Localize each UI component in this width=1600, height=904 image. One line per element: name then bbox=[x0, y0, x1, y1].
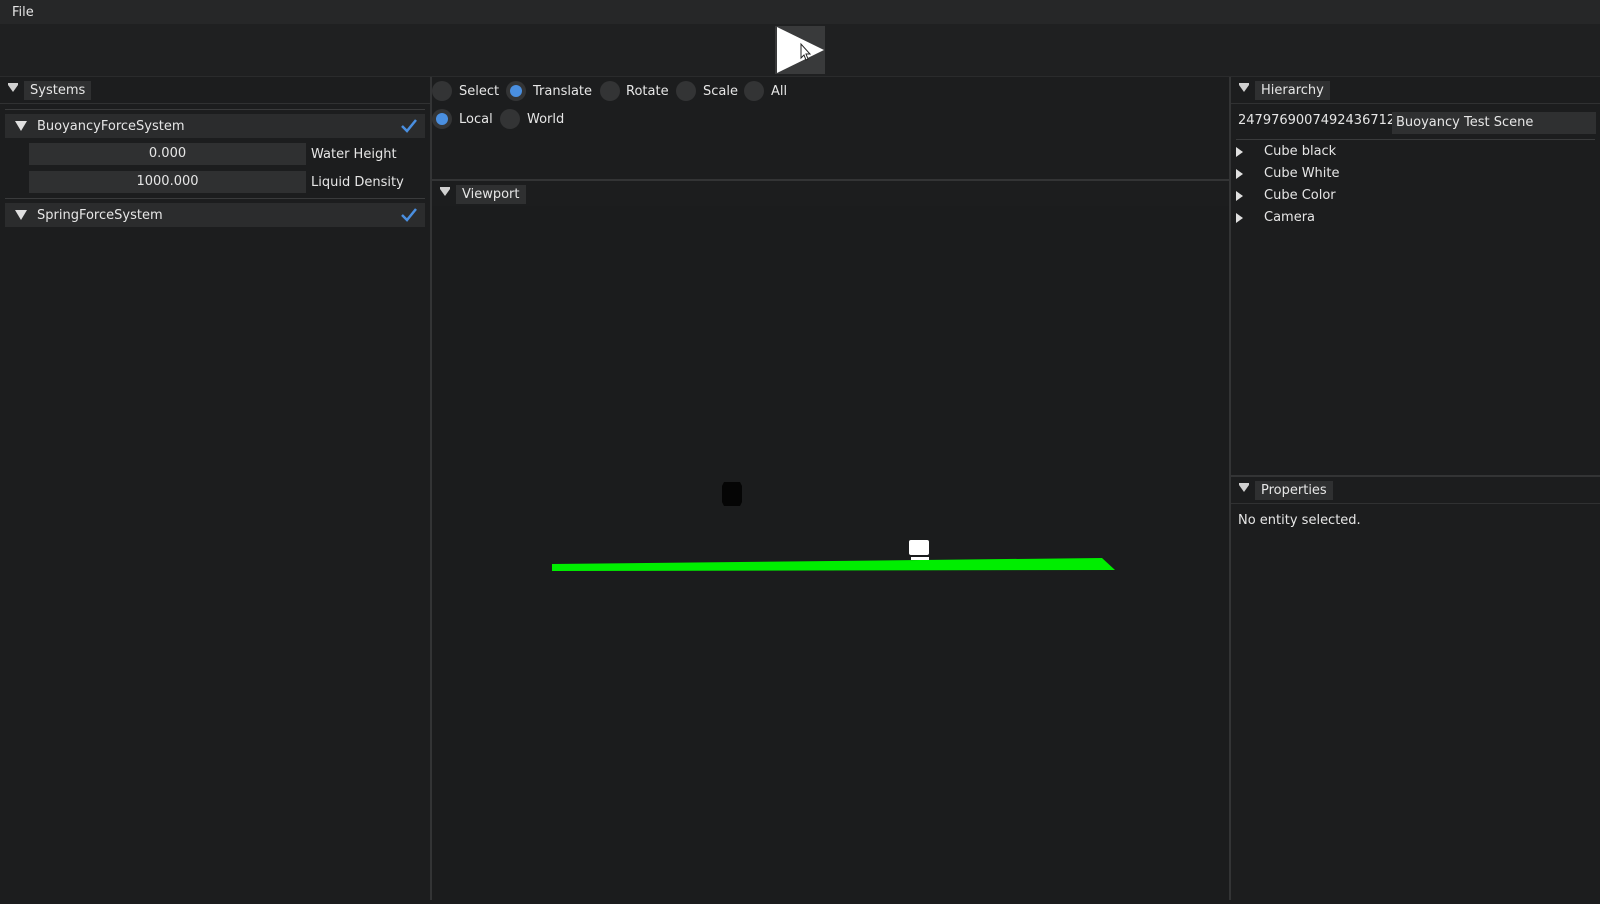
scene-render[interactable] bbox=[432, 206, 1229, 900]
liquid-density-field[interactable]: 1000.000 bbox=[29, 171, 306, 193]
collapse-icon[interactable] bbox=[440, 187, 450, 196]
divider bbox=[5, 198, 425, 199]
radio-label: World bbox=[527, 112, 565, 127]
radio-label: Translate bbox=[533, 84, 593, 99]
hierarchy-item[interactable]: Camera bbox=[1236, 210, 1316, 225]
viewport-canvas[interactable] bbox=[432, 206, 1229, 900]
entity-label: Camera bbox=[1264, 210, 1316, 225]
system-name: BuoyancyForceSystem bbox=[37, 119, 185, 134]
viewport-panel-header: Viewport bbox=[432, 181, 1229, 208]
menu-bar: File bbox=[0, 0, 1600, 24]
hierarchy-panel: Hierarchy bbox=[1231, 77, 1600, 475]
viewport-panel: Viewport bbox=[432, 181, 1229, 208]
system-row-buoyancy[interactable]: BuoyancyForceSystem bbox=[5, 114, 425, 138]
radio-scale[interactable] bbox=[676, 81, 696, 101]
collapse-icon[interactable] bbox=[1239, 83, 1249, 92]
panel-title[interactable]: Systems bbox=[24, 81, 92, 100]
entity-label: Cube black bbox=[1264, 144, 1337, 159]
properties-panel: Properties No entity selected. bbox=[1231, 477, 1600, 900]
panel-title[interactable]: Viewport bbox=[456, 185, 526, 204]
toolbar bbox=[0, 24, 1600, 77]
radio-local[interactable] bbox=[432, 109, 452, 129]
properties-panel-header: Properties bbox=[1231, 477, 1600, 504]
hierarchy-panel-header: Hierarchy bbox=[1231, 77, 1600, 104]
water-plane bbox=[552, 558, 1115, 571]
radio-rotate[interactable] bbox=[600, 81, 620, 101]
divider bbox=[5, 109, 425, 110]
hierarchy-item[interactable]: Cube White bbox=[1236, 166, 1340, 181]
radio-all[interactable] bbox=[744, 81, 764, 101]
expand-arrow-icon[interactable] bbox=[1236, 191, 1243, 201]
play-icon bbox=[777, 27, 824, 73]
radio-select[interactable] bbox=[432, 81, 452, 101]
expand-arrow-icon[interactable] bbox=[1236, 213, 1243, 223]
checkmark-icon[interactable] bbox=[401, 207, 417, 223]
properties-empty-text: No entity selected. bbox=[1238, 513, 1361, 528]
gizmo-panel: Select Translate Rotate Scale All Local … bbox=[432, 77, 1229, 179]
radio-label: Select bbox=[459, 84, 500, 99]
checkmark-icon[interactable] bbox=[401, 118, 417, 134]
radio-label: All bbox=[771, 84, 788, 99]
hierarchy-item[interactable]: Cube Color bbox=[1236, 188, 1336, 203]
entity-label: Cube Color bbox=[1264, 188, 1336, 203]
panel-title[interactable]: Properties bbox=[1255, 481, 1333, 500]
collapse-icon[interactable] bbox=[8, 83, 18, 92]
scene-id: 2479769007492436712 bbox=[1238, 113, 1396, 128]
cube-black bbox=[722, 482, 742, 506]
systems-panel: Systems BuoyancyForceSystem 0.000 Water … bbox=[0, 77, 430, 900]
hierarchy-item[interactable]: Cube black bbox=[1236, 144, 1337, 159]
divider bbox=[1236, 139, 1595, 140]
system-row-spring[interactable]: SpringForceSystem bbox=[5, 203, 425, 227]
system-name: SpringForceSystem bbox=[37, 208, 163, 223]
radio-world[interactable] bbox=[500, 109, 520, 129]
collapse-icon[interactable] bbox=[1239, 483, 1249, 492]
expand-arrow-icon[interactable] bbox=[1236, 147, 1243, 157]
menu-file[interactable]: File bbox=[12, 5, 34, 20]
water-height-field[interactable]: 0.000 bbox=[29, 143, 306, 165]
expand-arrow-icon[interactable] bbox=[15, 210, 27, 220]
panel-title[interactable]: Hierarchy bbox=[1255, 81, 1330, 100]
expand-arrow-icon[interactable] bbox=[1236, 169, 1243, 179]
cube-white bbox=[909, 540, 929, 555]
expand-arrow-icon[interactable] bbox=[15, 121, 27, 131]
play-button[interactable] bbox=[775, 26, 825, 74]
entity-label: Cube White bbox=[1264, 166, 1340, 181]
field-label: Water Height bbox=[311, 147, 397, 162]
radio-label: Local bbox=[459, 112, 493, 127]
systems-panel-header: Systems bbox=[0, 77, 430, 104]
scene-name-input[interactable]: Buoyancy Test Scene bbox=[1392, 112, 1596, 134]
radio-translate[interactable] bbox=[506, 81, 526, 101]
cube-white-base bbox=[911, 557, 929, 560]
radio-label: Scale bbox=[703, 84, 738, 99]
radio-label: Rotate bbox=[626, 84, 669, 99]
field-label: Liquid Density bbox=[311, 175, 404, 190]
